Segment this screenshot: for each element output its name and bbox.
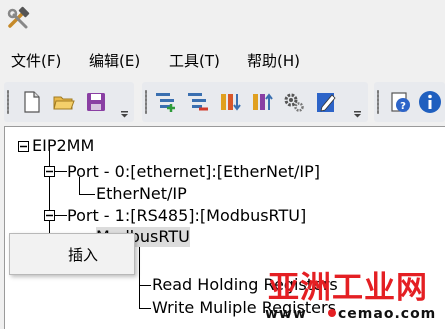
add-node-icon[interactable]	[154, 90, 178, 114]
tree-node-ethernetip[interactable]: EtherNet/IP	[96, 184, 187, 204]
watermark-title: 亚洲工业网	[268, 270, 428, 306]
toolbar-file-group	[4, 82, 134, 122]
export-icon[interactable]	[250, 90, 274, 114]
menu-file[interactable]: 文件(F)	[11, 50, 61, 71]
collapse-icon[interactable]	[44, 210, 55, 221]
edit-pencil-icon[interactable]	[314, 90, 338, 114]
menu-tools[interactable]: 工具(T)	[169, 50, 220, 71]
watermark-domain: cemao.com	[338, 306, 437, 322]
toolbar-grip[interactable]	[145, 90, 147, 114]
context-menu: 插入	[9, 233, 135, 275]
toolbar-grip[interactable]	[7, 90, 9, 114]
tree-connector	[139, 285, 151, 286]
tree-connector	[79, 177, 80, 194]
collapse-icon[interactable]	[18, 141, 29, 152]
tree-connector	[55, 171, 67, 172]
menu-help[interactable]: 帮助(H)	[247, 50, 300, 71]
context-menu-insert[interactable]: 插入	[68, 244, 98, 265]
open-folder-icon[interactable]	[52, 90, 76, 114]
tree-connector	[139, 308, 151, 309]
menu-edit[interactable]: 编辑(E)	[89, 50, 140, 71]
new-file-icon[interactable]	[20, 90, 44, 114]
menu-bar: 文件(F) 编辑(E) 工具(T) 帮助(H)	[0, 46, 445, 74]
app-tools-icon	[7, 6, 30, 29]
svg-text:?: ?	[400, 101, 406, 112]
tree-connector	[139, 247, 140, 309]
toolbar: ?	[0, 82, 445, 122]
toolbar-help-group: ?	[374, 82, 445, 122]
settings-gear-icon[interactable]	[282, 90, 306, 114]
import-icon[interactable]	[218, 90, 242, 114]
toolbar-grip[interactable]	[377, 90, 379, 114]
tree-connector	[49, 151, 50, 239]
toolbar-overflow-icon[interactable]	[354, 110, 362, 118]
remove-node-icon[interactable]	[186, 90, 210, 114]
watermark-www: www	[265, 306, 307, 322]
toolbar-overflow-icon[interactable]	[121, 110, 129, 118]
help-icon[interactable]: ?	[388, 90, 412, 114]
info-icon[interactable]	[418, 90, 442, 114]
watermark-dot	[328, 309, 336, 317]
tree-node-root[interactable]: EIP2MM	[32, 136, 94, 156]
tree-connector	[55, 215, 67, 216]
tree-connector	[79, 194, 95, 195]
save-icon[interactable]	[84, 90, 108, 114]
collapse-icon[interactable]	[44, 166, 55, 177]
toolbar-edit-group	[142, 82, 368, 122]
tree-node-port1[interactable]: Port - 1:[RS485]:[ModbusRTU]	[67, 206, 306, 226]
tree-node-port0[interactable]: Port - 0:[ethernet]:[EtherNet/IP]	[67, 162, 320, 182]
